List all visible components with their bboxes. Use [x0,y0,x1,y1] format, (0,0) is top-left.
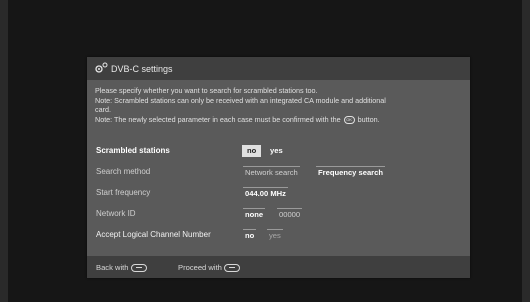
dialog-title-bar: DVB-C settings [87,57,470,80]
back-hint-label: Back with [96,263,129,272]
back-hint[interactable]: Back with [96,263,147,272]
lcn-option-no[interactable]: no [243,229,257,242]
scrambled-option-yes[interactable]: yes [268,145,285,157]
network-id-option-value[interactable]: 00000 [277,208,303,221]
row-logical-channel-number[interactable]: Accept Logical Channel Number no yes [87,226,470,244]
lcn-option-yes[interactable]: yes [267,229,283,242]
dialog-footer: Back with Proceed with [87,256,470,278]
search-method-option-frequency[interactable]: Frequency search [316,166,385,179]
scrambled-option-no[interactable]: no [242,145,262,157]
start-frequency-value[interactable]: 044.00 MHz [243,187,288,200]
row-scrambled-stations[interactable]: Scrambled stations no yes [87,142,470,160]
row-start-frequency[interactable]: Start frequency 044.00 MHz [87,184,470,202]
tv-screen: DVB-C settings Please specify whether yo… [8,0,522,302]
scrambled-stations-label: Scrambled stations [96,146,170,155]
rewind-key-icon [130,264,147,272]
proceed-hint[interactable]: Proceed with [178,263,240,272]
row-network-id[interactable]: Network ID none 00000 [87,205,470,223]
dvbc-settings-dialog: DVB-C settings Please specify whether yo… [87,57,470,278]
info-text: Please specify whether you want to searc… [95,86,467,124]
search-method-option-network[interactable]: Network search [243,166,300,179]
forward-key-icon [223,264,240,272]
proceed-hint-label: Proceed with [178,263,222,272]
start-frequency-label: Start frequency [96,188,151,197]
network-id-option-none[interactable]: none [243,208,266,221]
info-line-4-suffix: button. [357,114,380,124]
row-search-method[interactable]: Search method Network search Frequency s… [87,163,470,181]
info-line-4-prefix: Note: The newly selected parameter in ea… [95,114,341,124]
info-line-4: Note: The newly selected parameter in ea… [95,115,467,125]
lcn-label: Accept Logical Channel Number [96,230,211,239]
network-id-label: Network ID [96,209,136,218]
ok-button-icon: OK [343,115,355,124]
search-method-label: Search method [96,167,151,176]
info-line-2: Note: Scrambled stations can only be rec… [95,95,386,105]
dialog-title: DVB-C settings [111,64,173,74]
settings-gears-icon [95,62,108,73]
info-line-3: card. [95,105,111,115]
info-line-1: Please specify whether you want to searc… [95,86,318,95]
